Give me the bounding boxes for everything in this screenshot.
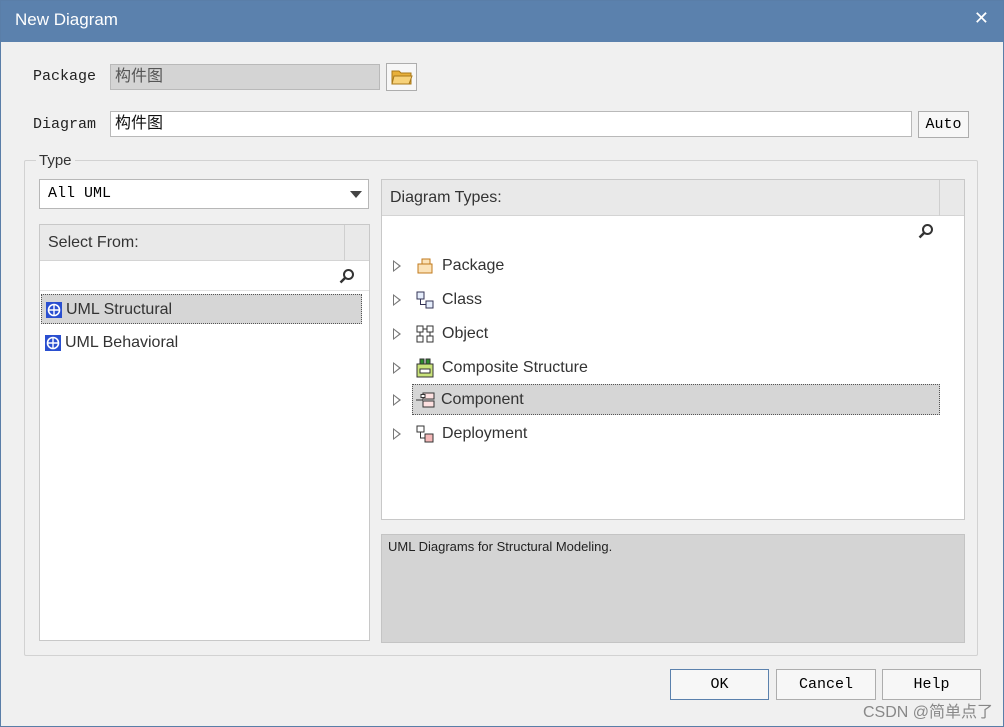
uml-profile-icon [45, 335, 61, 351]
folder-open-icon [390, 70, 413, 85]
package-icon [417, 258, 433, 274]
chevron-down-icon [350, 191, 362, 198]
dropdown-value: All UML [48, 185, 112, 202]
type-group-label: Type [36, 152, 75, 169]
expand-icon[interactable] [393, 328, 401, 340]
diagram-type-label: Composite Structure [442, 359, 588, 376]
select-item-label: UML Structural [66, 301, 173, 318]
diagram-type-label: Class [442, 291, 483, 308]
diagram-types-panel: Diagram Types: Package Class Object Comp… [381, 179, 965, 520]
diagram-description: UML Diagrams for Structural Modeling. [381, 534, 965, 643]
diagram-types-header: Diagram Types: [382, 180, 964, 216]
composite-structure-icon [416, 358, 434, 378]
select-from-panel: Select From: UML Structural UML Behavior… [39, 224, 370, 641]
diagram-type-label: Object [442, 325, 489, 342]
diagram-type-class[interactable]: Class [384, 285, 940, 315]
cancel-button[interactable]: Cancel [776, 669, 876, 700]
component-icon [416, 392, 435, 408]
expand-icon[interactable] [393, 294, 401, 306]
expand-icon[interactable] [393, 362, 401, 374]
close-icon[interactable]: ✕ [974, 8, 989, 29]
expand-icon[interactable] [393, 260, 401, 272]
header-divider [939, 180, 940, 216]
expand-icon[interactable] [393, 394, 401, 406]
diagram-type-label: Package [442, 257, 505, 274]
diagram-type-object[interactable]: Object [384, 319, 940, 349]
diagram-type-deployment[interactable]: Deployment [384, 419, 940, 449]
diagram-type-label: Component [441, 391, 524, 408]
object-icon [416, 325, 434, 343]
auto-button[interactable]: Auto [918, 111, 969, 138]
class-icon [416, 291, 434, 309]
diagram-type-component[interactable]: Component [412, 384, 940, 415]
package-field: 构件图 [110, 64, 380, 90]
diagram-label: Diagram [33, 116, 97, 133]
ok-button[interactable]: OK [670, 669, 769, 700]
browse-package-button[interactable] [386, 63, 417, 91]
select-item-uml-behavioral[interactable]: UML Behavioral [41, 328, 362, 358]
expand-icon[interactable] [393, 428, 401, 440]
diagram-name-input[interactable]: 构件图 [110, 111, 912, 137]
select-item-uml-structural[interactable]: UML Structural [41, 294, 362, 324]
deployment-icon [416, 425, 434, 443]
header-divider [344, 225, 345, 261]
search-icon[interactable] [339, 268, 355, 284]
diagram-type-component-row[interactable]: Component [382, 384, 942, 416]
search-icon[interactable] [918, 223, 934, 239]
title-bar: New Diagram ✕ [1, 1, 1003, 42]
watermark: CSDN @简单点了 [862, 704, 993, 721]
package-label: Package [33, 68, 97, 85]
select-item-label: UML Behavioral [65, 334, 179, 351]
new-diagram-dialog: New Diagram ✕ Package 构件图 Diagram 构件图 Au… [0, 0, 1004, 727]
help-button[interactable]: Help [882, 669, 981, 700]
diagram-filter-dropdown[interactable]: All UML [39, 179, 369, 209]
diagram-type-composite-structure[interactable]: Composite Structure [384, 353, 940, 383]
select-from-header: Select From: [40, 225, 369, 261]
diagram-types-title: Diagram Types: [390, 189, 502, 206]
diagram-type-package[interactable]: Package [384, 251, 940, 281]
select-from-title: Select From: [48, 234, 139, 251]
uml-profile-icon [46, 302, 62, 318]
dialog-title: New Diagram [15, 10, 118, 29]
search-divider [40, 290, 369, 291]
diagram-type-label: Deployment [442, 425, 528, 442]
